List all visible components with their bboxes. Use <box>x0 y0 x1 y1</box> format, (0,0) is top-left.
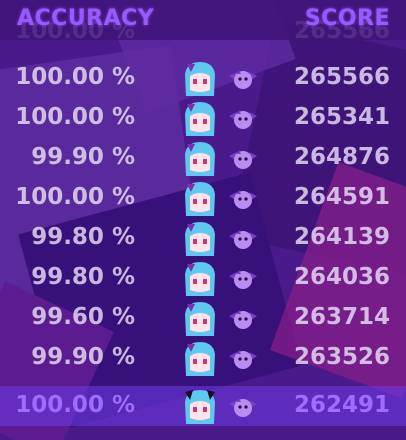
list-item[interactable]: 99.60 % 263714 <box>0 298 406 338</box>
score-value: 265566 <box>293 64 390 90</box>
list-item-current-player[interactable]: 100.00 % 262491 <box>0 386 406 426</box>
accuracy-value: 99.60 % <box>31 304 135 330</box>
accuracy-column-header: ACCURACY <box>17 6 155 31</box>
blue-hair-girl-icon <box>185 62 215 96</box>
purple-bat-pet-icon <box>229 310 257 329</box>
score-column-header: SCORE <box>304 6 390 31</box>
score-value: 264591 <box>293 184 390 210</box>
blue-hair-girl-icon <box>185 262 215 296</box>
accuracy-value: 99.90 % <box>31 344 135 370</box>
score-value: 264876 <box>293 144 390 170</box>
accuracy-value: 100.00 % <box>15 184 135 210</box>
accuracy-value: 100.00 % <box>15 64 135 90</box>
blue-hair-girl-icon <box>185 302 215 336</box>
purple-bat-pet-icon <box>229 270 257 289</box>
accuracy-value: 99.80 % <box>31 224 135 250</box>
list-item[interactable]: 99.90 % 264876 <box>0 138 406 178</box>
purple-bat-pet-icon <box>229 110 257 129</box>
purple-bat-pet-icon <box>229 230 257 249</box>
score-value: 264036 <box>293 264 390 290</box>
score-value: 264139 <box>293 224 390 250</box>
list-item[interactable]: 100.00 % 265566 <box>0 58 406 98</box>
purple-bat-pet-icon <box>229 350 257 369</box>
blue-hair-girl-icon <box>185 142 215 176</box>
purple-bat-pet-icon <box>229 190 257 209</box>
list-item[interactable]: 100.00 % 264591 <box>0 178 406 218</box>
list-item[interactable]: 100.00 % 265341 <box>0 98 406 138</box>
demon-girl-icon <box>185 390 215 424</box>
accuracy-value: 100.00 % <box>15 104 135 130</box>
list-item[interactable]: 99.90 % 263526 <box>0 338 406 378</box>
list-item[interactable]: 99.80 % 264139 <box>0 218 406 258</box>
accuracy-value: 100.00 % <box>15 392 135 418</box>
accuracy-value: 99.80 % <box>31 264 135 290</box>
purple-bat-pet-icon <box>229 398 257 417</box>
accuracy-value: 99.90 % <box>31 144 135 170</box>
list-item[interactable]: 99.80 % 264036 <box>0 258 406 298</box>
score-value: 262491 <box>293 392 390 418</box>
purple-bat-pet-icon <box>229 70 257 89</box>
blue-hair-girl-icon <box>185 222 215 256</box>
leaderboard-header: ACCURACY SCORE <box>0 0 406 40</box>
blue-hair-girl-icon <box>185 102 215 136</box>
leaderboard-list[interactable]: 100.00 % 265566 100.00 % 265566 100.00 %… <box>0 0 406 440</box>
blue-hair-girl-icon <box>185 182 215 216</box>
score-value: 265341 <box>293 104 390 130</box>
score-value: 263526 <box>293 344 390 370</box>
purple-bat-pet-icon <box>229 150 257 169</box>
blue-hair-girl-icon <box>185 342 215 376</box>
score-value: 263714 <box>293 304 390 330</box>
